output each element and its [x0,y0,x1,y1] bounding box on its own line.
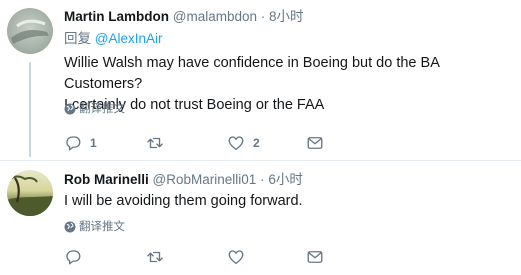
tweet-header: Rob Marinelli @RobMarinelli01 · 6小时 [64,171,303,189]
envelope-icon [307,251,323,263]
user-handle[interactable]: @RobMarinelli01 [153,172,257,187]
translate-label: 翻译推文 [79,103,125,115]
like-count: 2 [253,136,260,150]
globe-icon [64,103,76,115]
reply-button[interactable]: 1 [64,134,97,152]
reply-button[interactable] [64,248,90,266]
like-button[interactable]: 2 [227,134,260,152]
user-display-name[interactable]: Martin Lambdon [64,9,169,24]
heart-icon [228,136,244,151]
tweet-text-line: Willie Walsh may have confidence in Boei… [64,55,440,92]
thread-connector-line [29,62,31,157]
tweet-header: Martin Lambdon @malambdon · 8小时 [64,8,304,26]
direct-message-button[interactable] [306,134,324,152]
direct-message-button[interactable] [306,248,324,266]
heart-icon [228,250,244,265]
globe-icon [64,221,76,233]
translate-tweet-link[interactable]: 翻译推文 [64,219,125,235]
reply-icon [66,250,81,265]
translate-tweet-link[interactable]: 翻译推文 [64,101,125,117]
user-handle[interactable]: @malambdon [173,9,257,24]
reply-prefix: 回复 [64,31,91,46]
tweet-text: Willie Walsh may have confidence in Boei… [64,53,514,116]
avatar[interactable] [7,8,53,54]
tweet-text-line: I certainly do not trust Boeing or the F… [64,97,325,113]
retweet-icon [147,251,163,263]
mention-link[interactable]: @AlexInAir [95,31,163,46]
separator-dot: · [260,9,266,24]
replying-to: 回复 @AlexInAir [64,30,163,48]
retweet-icon [147,137,163,149]
separator-dot: · [260,172,265,187]
retweet-button[interactable] [146,248,172,266]
like-button[interactable] [227,248,253,266]
reply-icon [66,136,81,151]
avatar-image [7,175,53,216]
tweet-actions [64,248,324,268]
timestamp[interactable]: 6小时 [268,172,303,187]
user-display-name[interactable]: Rob Marinelli [64,172,149,187]
avatar[interactable] [7,170,53,216]
timestamp[interactable]: 8小时 [269,9,304,24]
envelope-icon [307,137,323,149]
retweet-button[interactable] [146,134,172,152]
tweet-actions: 1 2 [64,134,324,154]
tweet-text-line: I will be avoiding them going forward. [64,193,303,209]
avatar-image [11,19,49,44]
tweet[interactable]: Martin Lambdon @malambdon · 8小时 回复 @Alex… [0,0,521,160]
tweet[interactable]: Rob Marinelli @RobMarinelli01 · 6小时 I wi… [0,161,521,275]
tweet-text: I will be avoiding them going forward. [64,191,514,212]
reply-count: 1 [90,136,97,150]
translate-label: 翻译推文 [79,221,125,233]
